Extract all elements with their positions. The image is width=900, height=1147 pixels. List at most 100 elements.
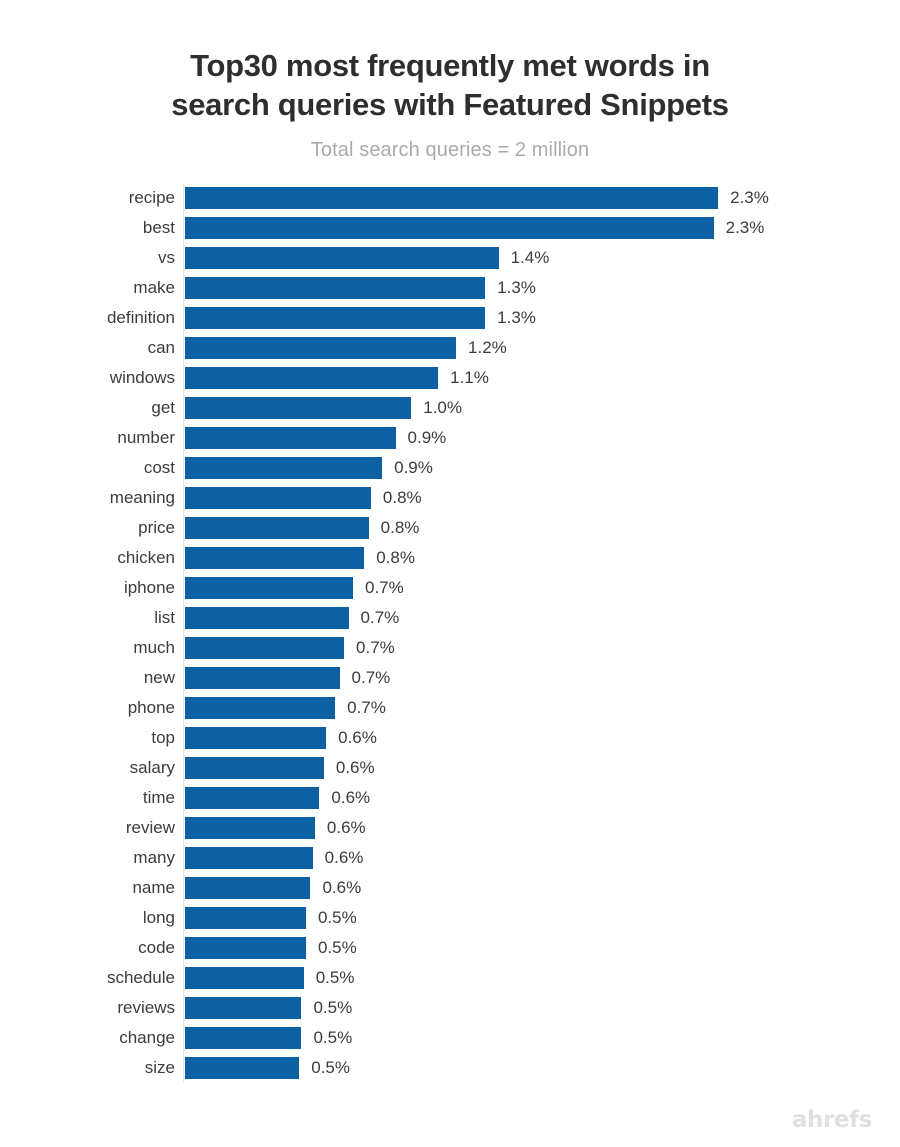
bar	[185, 666, 340, 689]
bar-row: windows 1.1%	[0, 363, 900, 393]
bar	[185, 966, 304, 989]
bar	[185, 606, 349, 629]
bar-value-label: 0.5%	[315, 967, 355, 987]
bar-value-label: 0.7%	[356, 637, 395, 657]
bar-category-label: change	[119, 1027, 175, 1047]
bar	[185, 426, 396, 449]
bar	[185, 306, 486, 329]
bar-category-label: long	[142, 907, 175, 927]
bar-value-label: 0.6%	[335, 757, 375, 777]
bar-row: phone 0.7%	[0, 693, 900, 723]
bar-value-label: 0.6%	[331, 787, 371, 807]
bar-value-label: 1.2%	[468, 337, 507, 357]
bar-value-label: 0.8%	[380, 517, 420, 537]
bar-value-label: 2.3%	[730, 187, 769, 207]
bar-value-label: 1.1%	[450, 367, 489, 387]
bar	[185, 726, 327, 749]
bar-value-label: 0.5%	[313, 1027, 353, 1047]
bar-row: recipe 2.3%	[0, 183, 900, 213]
bar-row: make 1.3%	[0, 273, 900, 303]
bar-category-label: price	[138, 517, 175, 537]
bar-category-label: phone	[127, 697, 175, 717]
bar-row: get 1.0%	[0, 393, 900, 423]
bar	[185, 516, 369, 539]
bar	[185, 846, 313, 869]
bar-value-label: 0.8%	[376, 547, 415, 567]
chart-subtitle: Total search queries = 2 million	[310, 138, 590, 161]
bar-row: chicken 0.8%	[0, 543, 900, 573]
chart-header: Top30 most frequently met words in searc…	[0, 0, 900, 162]
bar-value-label: 0.6%	[322, 877, 362, 897]
bar	[185, 546, 365, 569]
page-title: Top30 most frequently met words in searc…	[130, 46, 770, 125]
bar-category-label: much	[133, 637, 175, 657]
bar-category-label: name	[132, 877, 175, 897]
bar	[185, 1056, 300, 1079]
bar-category-label: review	[125, 817, 175, 837]
bar	[185, 336, 457, 359]
bar-category-label: make	[133, 277, 175, 297]
bar	[185, 996, 302, 1019]
bar	[185, 936, 306, 959]
bar-value-label: 0.9%	[407, 427, 447, 447]
bar	[185, 816, 315, 839]
chart-container: Top30 most frequently met words in searc…	[0, 0, 900, 1147]
bar-row: time 0.6%	[0, 783, 900, 813]
bar-row: price 0.8%	[0, 513, 900, 543]
bar-row: number 0.9%	[0, 423, 900, 453]
bar	[185, 696, 336, 719]
bar	[185, 276, 486, 299]
bar	[185, 486, 371, 509]
bar-value-label: 2.3%	[725, 217, 765, 237]
bar	[185, 456, 383, 479]
bar	[185, 786, 320, 809]
bar-category-label: schedule	[106, 967, 175, 987]
bar-value-label: 0.6%	[326, 817, 366, 837]
bar-category-label: number	[117, 427, 175, 447]
bar-row: reviews 0.5%	[0, 993, 900, 1023]
bar	[185, 216, 714, 239]
bar-category-label: reviews	[117, 997, 175, 1017]
bar-value-label: 0.5%	[311, 1057, 350, 1077]
bar-value-label: 0.7%	[351, 667, 391, 687]
bar	[185, 396, 412, 419]
bar-category-label: many	[133, 847, 175, 867]
bar-row: schedule 0.5%	[0, 963, 900, 993]
bar-row: best 2.3%	[0, 213, 900, 243]
bar-category-label: windows	[109, 367, 175, 387]
bar-category-label: vs	[158, 247, 175, 267]
bar-value-label: 0.7%	[360, 607, 400, 627]
bar-row: change 0.5%	[0, 1023, 900, 1053]
bar-row: iphone 0.7%	[0, 573, 900, 603]
bar-row: long 0.5%	[0, 903, 900, 933]
bar-category-label: iphone	[123, 577, 175, 597]
bar	[185, 366, 439, 389]
bar-row: name 0.6%	[0, 873, 900, 903]
bar	[185, 876, 311, 899]
bar-value-label: 1.3%	[497, 277, 536, 297]
title-line-1: Top30 most frequently met words in	[190, 48, 710, 83]
bar-row: can 1.2%	[0, 333, 900, 363]
bar	[185, 246, 499, 269]
bar	[185, 1026, 302, 1049]
bar-category-label: code	[138, 937, 175, 957]
bar-category-label: chicken	[117, 547, 175, 567]
bar-row: code 0.5%	[0, 933, 900, 963]
bar	[185, 576, 353, 599]
bar-value-label: 0.6%	[338, 727, 377, 747]
bar-row: definition 1.3%	[0, 303, 900, 333]
bar	[185, 636, 345, 659]
bar-category-label: salary	[129, 757, 175, 777]
bar-value-label: 1.0%	[423, 397, 462, 417]
bar-category-label: meaning	[109, 487, 175, 507]
bar-category-label: cost	[143, 457, 175, 477]
bar-category-label: top	[151, 727, 175, 747]
bar-row: many 0.6%	[0, 843, 900, 873]
bar-value-label: 0.6%	[324, 847, 364, 867]
bar-row: cost 0.9%	[0, 453, 900, 483]
bar-value-label: 0.7%	[365, 577, 404, 597]
bar-row: size 0.5%	[0, 1053, 900, 1083]
bar-category-label: definition	[106, 307, 175, 327]
bar-category-label: best	[142, 217, 175, 237]
bar-category-label: get	[151, 397, 175, 417]
